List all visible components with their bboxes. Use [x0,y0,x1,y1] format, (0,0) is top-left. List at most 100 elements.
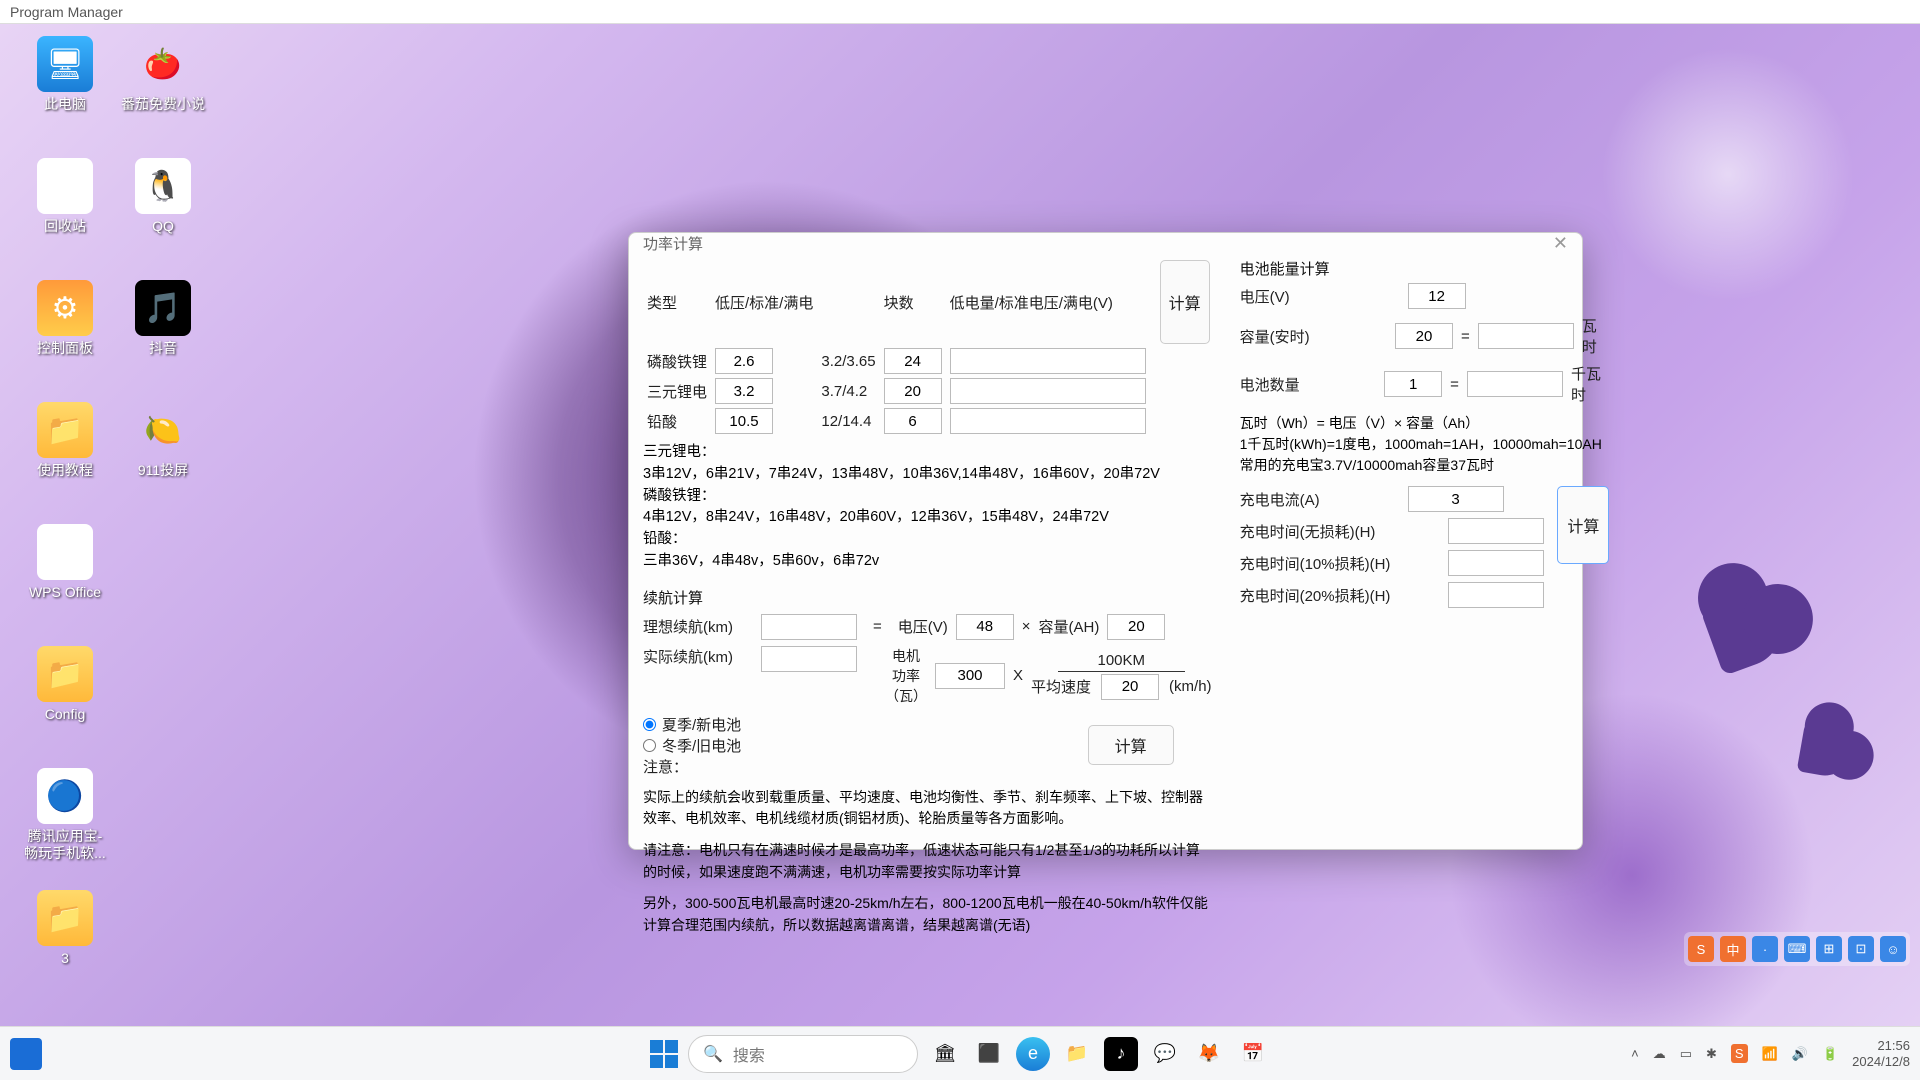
tray-cloud-icon[interactable]: ☁ [1653,1046,1666,1062]
desktop-icon[interactable]: 📁Config [18,646,112,764]
start-button[interactable] [650,1040,678,1068]
app-icon: 🐧 [135,158,191,214]
actual-range-input[interactable] [761,646,857,672]
notice-label: 注意： [643,759,688,776]
note-1: 实际上的续航会收到载重质量、平均速度、电池均衡性、季节、刹车频率、上下坡、控制器… [643,787,1214,830]
app-icon: 📁 [37,402,93,458]
wh-label: 瓦时 [1582,315,1610,357]
ime-button[interactable]: S [1688,936,1714,962]
desktop-icon[interactable]: ♻ 回收站 [18,158,112,276]
wh-output [1478,323,1574,349]
task-view-icon[interactable]: ⬛ [972,1037,1006,1071]
ideal-range-input[interactable] [761,614,857,640]
desktop[interactable]: 🖥此电脑🍅番茄免费小说 ♻ 回收站 🐧 QQ ⚙控制面板🎵抖音📁使用教程🍋911投屏WWP… [0,24,1920,1026]
charge-time-20-label: 充电时间(20%损耗)(H) [1240,585,1440,606]
desktop-icon[interactable]: ⚙控制面板 [18,280,112,398]
taskbar-app-2[interactable]: 🦊 [1192,1037,1226,1071]
e-voltage-label: 电压(V) [1240,286,1400,307]
e-voltage-input[interactable] [1408,283,1466,309]
battery-std-text: 3.7/4.2 [817,376,879,406]
edge-icon[interactable]: e [1016,1037,1050,1071]
ime-button[interactable]: 中 [1720,936,1746,962]
wechat-icon[interactable]: 💬 [1148,1037,1182,1071]
calc-button[interactable]: 计算 [1160,260,1210,344]
battery-result-input[interactable] [950,348,1146,374]
ime-button[interactable]: ⊞ [1816,936,1842,962]
e-count-label: 电池数量 [1240,374,1377,395]
season-winter-radio[interactable]: 冬季/旧电池 [643,735,741,756]
charge-time-0-output [1448,518,1544,544]
douyin-taskbar-icon[interactable]: ♪ [1104,1037,1138,1071]
ime-button[interactable]: ☺ [1880,936,1906,962]
e-capacity-input[interactable] [1395,323,1453,349]
avg-speed-input[interactable] [1101,674,1159,700]
desktop-icon[interactable]: 🔵腾讯应用宝-畅玩手机软... [18,768,112,886]
tray-ime-icon[interactable]: S [1731,1044,1748,1063]
motor-power-input[interactable] [935,663,1005,689]
tray-chevron-icon[interactable]: ˄ [1631,1046,1639,1061]
ime-button[interactable]: ⌨ [1784,936,1810,962]
ime-button[interactable]: ⊡ [1848,936,1874,962]
header-type: 类型 [643,258,711,346]
charge-current-input[interactable] [1408,486,1504,512]
window-titlebar[interactable]: 功率计算 ✕ [629,233,1582,254]
note-3: 另外，300-500瓦电机最高时速20-25km/h左右，800-1200瓦电机… [643,893,1214,936]
header-lsfv: 低电量/标准电压/满电(V) [946,258,1150,346]
taskbar[interactable]: 🔍 搜索 🏛 ⬛ e 📁 ♪ 💬 🦊 📅 ˄ ☁ ▭ ✱ S 📶 🔊 🔋 21:… [0,1026,1920,1080]
battery-low-input[interactable] [715,348,773,374]
desktop-icon[interactable]: WWPS Office [18,524,112,642]
motor-power-label: 电机 功率 （瓦） [885,646,927,706]
tray-volume-icon[interactable]: 🔊 [1792,1046,1808,1062]
tray-battery-icon[interactable]: ▭ [1680,1046,1692,1062]
tray-power-icon[interactable]: 🔋 [1822,1046,1838,1062]
app-icon: 🍅 [135,36,191,92]
close-icon[interactable]: ✕ [1553,233,1568,254]
avg-speed-unit: (km/h) [1169,678,1212,695]
widgets-button[interactable] [10,1038,42,1070]
icon-label: QQ [152,218,174,235]
app-icon: 📁 [37,890,93,946]
icon-label: 腾讯应用宝-畅玩手机软... [21,828,109,862]
app-icon: ♻ [37,158,93,214]
battery-result-input[interactable] [950,408,1146,434]
app-icon: W [37,524,93,580]
program-manager-titlebar: Program Manager [0,0,1920,24]
battery-result-input[interactable] [950,378,1146,404]
app-icon: ⚙ [37,280,93,336]
battery-blocks-input[interactable] [884,378,942,404]
ime-toolbar[interactable]: S中·⌨⊞⊡☺ [1684,932,1910,966]
voltage-input[interactable] [956,614,1014,640]
tray-wifi-icon[interactable]: 📶 [1762,1046,1778,1062]
battery-type-label: 磷酸铁锂 [643,346,711,376]
battery-low-input[interactable] [715,408,773,434]
battery-blocks-input[interactable] [884,408,942,434]
desktop-icon[interactable]: 🐧 QQ [116,158,210,276]
calendar-icon[interactable]: 📅 [1236,1037,1270,1071]
season-summer-radio[interactable]: 夏季/新电池 [643,714,741,735]
desktop-icon[interactable]: 🖥此电脑 [18,36,112,154]
ime-button[interactable]: · [1752,936,1778,962]
taskbar-clock[interactable]: 21:56 2024/12/8 [1852,1038,1910,1069]
e-count-input[interactable] [1384,371,1442,397]
range-calc-button[interactable]: 计算 [1088,725,1174,765]
icon-label: 抖音 [149,340,177,357]
equals-sign: = [873,618,882,635]
icon-label: 回收站 [44,218,86,235]
capacity-input[interactable] [1107,614,1165,640]
charge-time-20-output [1448,582,1544,608]
desktop-icon[interactable]: 🍅番茄免费小说 [116,36,210,154]
battery-low-input[interactable] [715,378,773,404]
taskbar-app-1[interactable]: 🏛 [928,1037,962,1071]
desktop-icon[interactable]: 🍋911投屏 [116,402,210,520]
system-tray[interactable]: ˄ ☁ ▭ ✱ S 📶 🔊 🔋 21:56 2024/12/8 [1631,1038,1910,1069]
series-info-text: 三元锂电： 3串12V，6串21V，7串24V，13串48V，10串36V,14… [643,442,1214,573]
multiply-x: X [1013,667,1023,684]
tray-app-icon[interactable]: ✱ [1706,1046,1717,1062]
explorer-icon[interactable]: 📁 [1060,1037,1094,1071]
desktop-icon[interactable]: 📁使用教程 [18,402,112,520]
energy-calc-button[interactable]: 计算 [1557,486,1609,564]
desktop-icon[interactable]: 🎵抖音 [116,280,210,398]
desktop-icon[interactable]: 📁3 [18,890,112,1008]
battery-blocks-input[interactable] [884,348,942,374]
taskbar-search[interactable]: 🔍 搜索 [688,1035,918,1073]
